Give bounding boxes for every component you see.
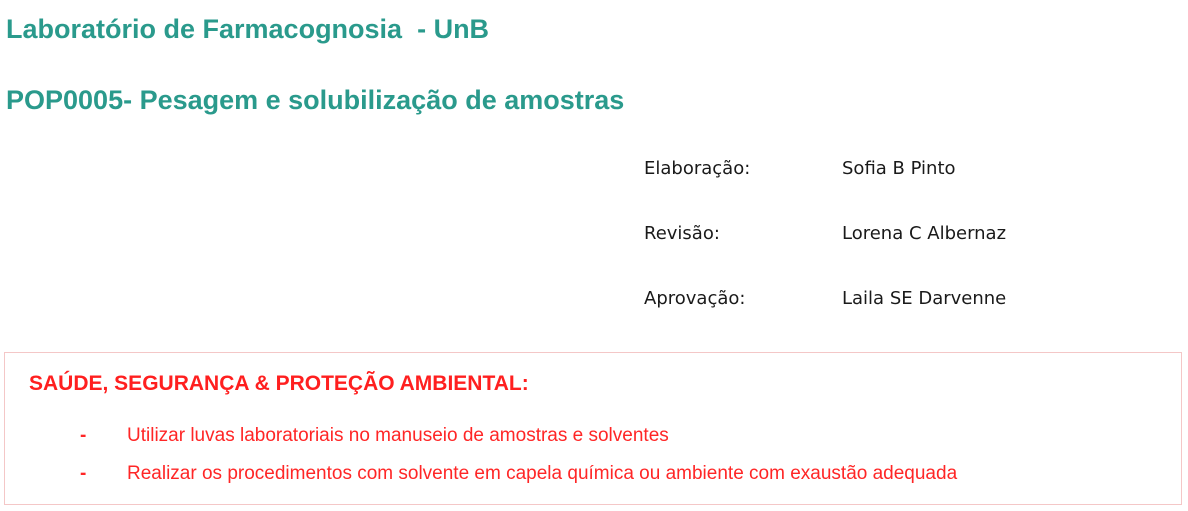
lab-title: Laboratório de Farmacognosia - UnB bbox=[6, 14, 490, 44]
bullet-dash: - bbox=[80, 463, 87, 484]
safety-item-text: Utilizar luvas laboratoriais no manuseio… bbox=[127, 425, 669, 446]
metadata-value: Laila SE Darvenne bbox=[842, 288, 1007, 309]
metadata-row-elaboracao: Elaboração: Sofia B Pinto bbox=[644, 158, 1006, 223]
metadata-value: Lorena C Albernaz bbox=[842, 223, 1007, 244]
metadata-label: Revisão: bbox=[644, 223, 720, 244]
pop-title: POP0005- Pesagem e solubilização de amos… bbox=[6, 85, 625, 115]
safety-item-text: Realizar os procedimentos com solvente e… bbox=[127, 463, 958, 484]
metadata-row-aprovacao: Aprovação: Laila SE Darvenne bbox=[644, 288, 1006, 353]
bullet-dash: - bbox=[80, 425, 87, 446]
metadata-row-revisao: Revisão: Lorena C Albernaz bbox=[644, 223, 1006, 288]
safety-heading: SAÚDE, SEGURANÇA & PROTEÇÃO AMBIENTAL: bbox=[29, 372, 529, 395]
safety-box: SAÚDE, SEGURANÇA & PROTEÇÃO AMBIENTAL: -… bbox=[4, 352, 1182, 505]
metadata-value: Sofia B Pinto bbox=[842, 158, 956, 179]
metadata-label: Aprovação: bbox=[644, 288, 746, 309]
approval-metadata: Elaboração: Sofia B Pinto Revisão: Loren… bbox=[644, 158, 1006, 353]
metadata-label: Elaboração: bbox=[644, 158, 751, 179]
